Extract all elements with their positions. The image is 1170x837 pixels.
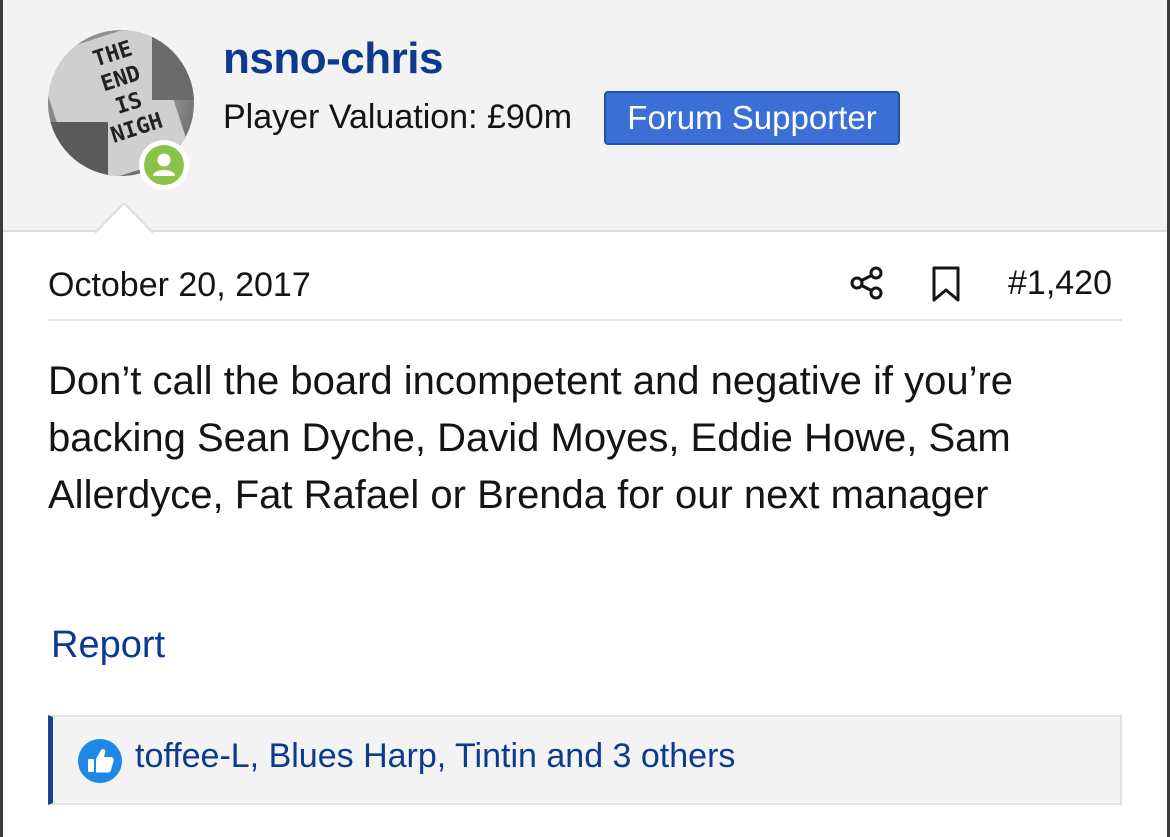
post-meta-divider [48,319,1122,321]
report-link[interactable]: Report [51,624,165,667]
online-user-icon [153,153,175,176]
thumbs-up-icon [78,739,122,783]
bookmark-icon[interactable] [930,265,962,303]
header-pointer [95,203,153,233]
reaction-users-link[interactable]: toffee-L, Blues Harp, Tintin and 3 other… [135,737,735,776]
player-valuation: Player Valuation: £90m [223,98,573,136]
share-icon[interactable] [849,265,885,301]
username-link[interactable]: nsno-chris [223,34,443,84]
post-date[interactable]: October 20, 2017 [48,266,311,305]
online-status-indicator [139,140,189,190]
post-body: Don’t call the board incompetent and neg… [48,359,1014,517]
post-number-link[interactable]: #1,420 [1008,264,1112,303]
forum-supporter-badge: Forum Supporter [604,91,900,145]
reactions-bar[interactable]: toffee-L, Blues Harp, Tintin and 3 other… [48,715,1122,805]
